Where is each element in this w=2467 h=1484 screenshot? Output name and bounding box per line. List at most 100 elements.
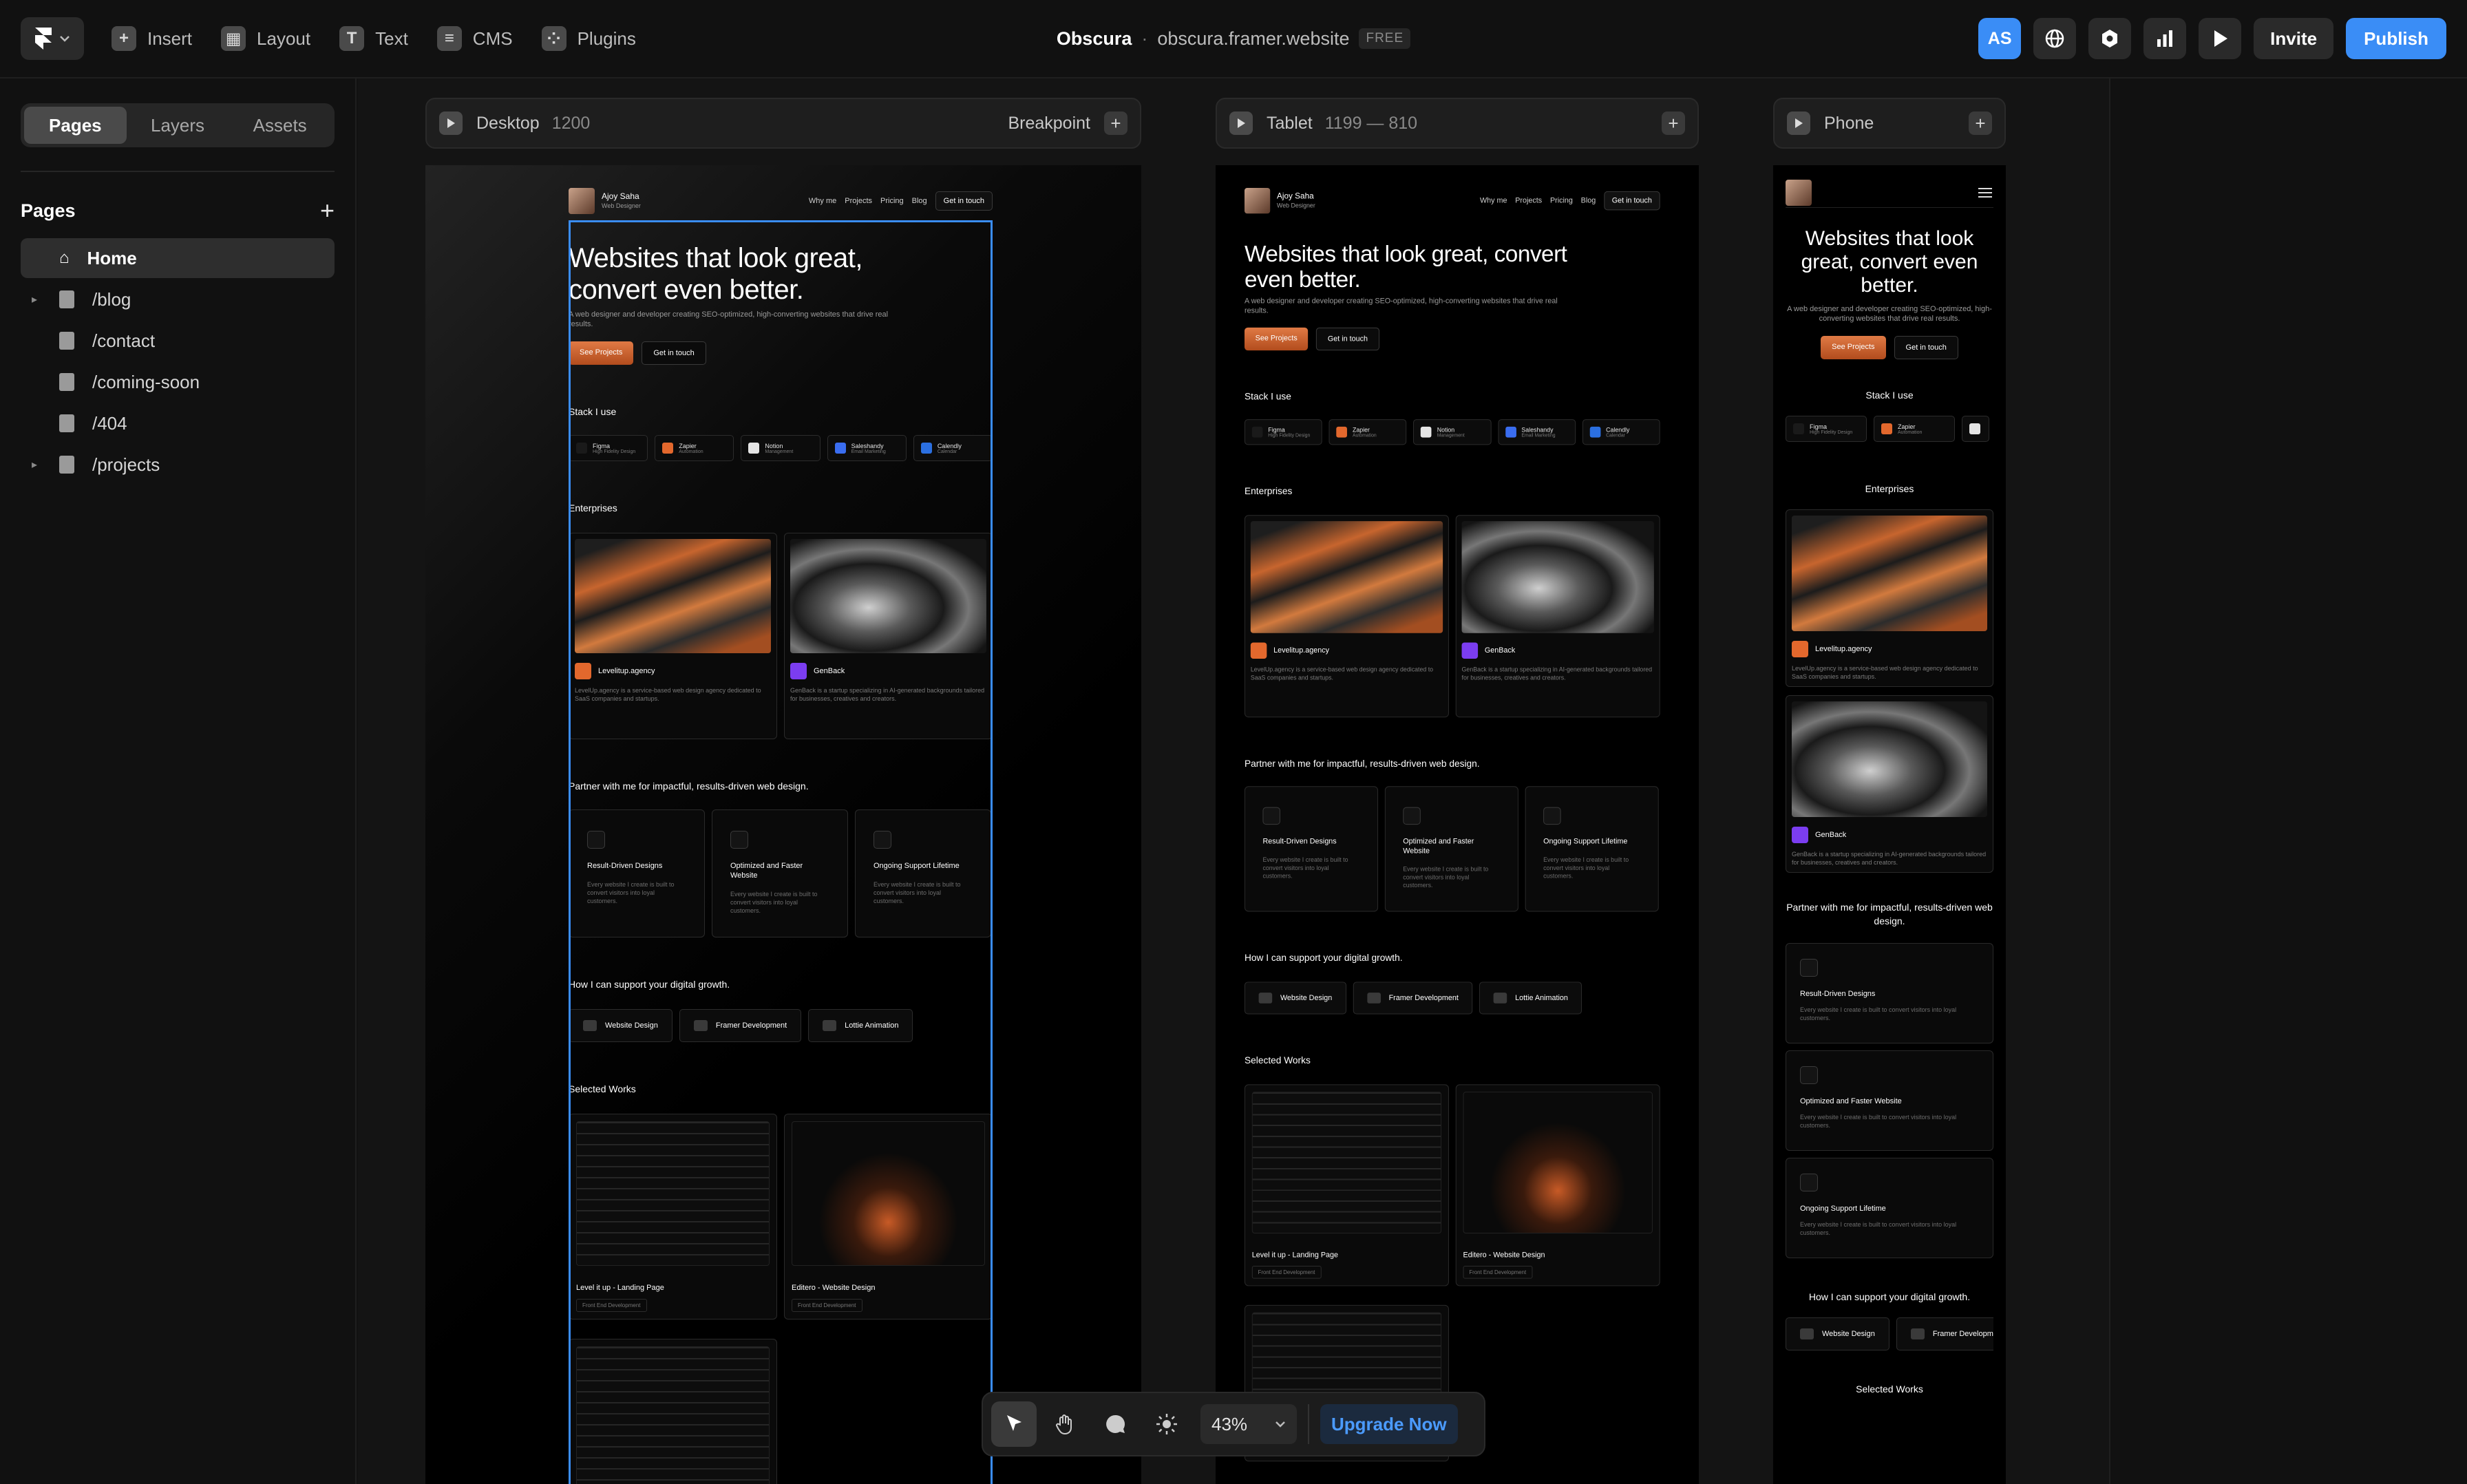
get-in-touch-button[interactable]: Get in touch [642,341,706,365]
breakpoint-action-label[interactable]: Breakpoint [1008,114,1090,134]
work-title: Level it up - Landing Page [1251,1251,1339,1260]
select-tool[interactable] [991,1401,1037,1447]
service-chip: Website Design [1245,982,1346,1015]
page-item[interactable]: ▸ /blog [21,279,335,319]
expand-caret-icon[interactable]: ▸ [32,458,50,471]
service-list: Website Design Framer Development Lottie A… [569,1009,993,1042]
nav-link[interactable]: Why me [809,197,836,205]
nav-link[interactable]: Projects [845,197,872,205]
enterprise-card[interactable]: Levelitup.agency LevelUp.agency is a serv… [1245,515,1449,718]
nav-link[interactable]: Blog [1581,197,1596,205]
toolbar-divider [1308,1404,1309,1444]
work-thumbnail [576,1121,770,1266]
page-item[interactable]: /404 [21,403,335,443]
comment-tool[interactable] [1093,1401,1139,1447]
preview-play-icon[interactable] [1229,112,1253,135]
service-chip: Framer Development [1353,982,1473,1015]
analytics-button[interactable] [2143,18,2187,59]
work-tag: Front End Development [1251,1266,1322,1279]
work-card[interactable]: Level it up - Landing Page Front End Deve… [569,1114,777,1319]
nav-link[interactable]: Why me [1480,197,1507,205]
page-item[interactable]: /contact [21,321,335,361]
phone-frame[interactable]: Websites that look great, convert even b… [1773,165,2006,1484]
get-in-touch-button[interactable]: Get in touch [1316,327,1379,351]
nav-link[interactable]: Projects [1515,197,1542,205]
theme-toggle[interactable] [1144,1401,1189,1447]
invite-button[interactable]: Invite [2254,18,2334,59]
enterprise-image [1250,521,1443,633]
nav-link[interactable]: Pricing [1550,197,1573,205]
hamburger-menu-icon[interactable] [1977,187,1993,199]
menu-text-button[interactable]: T Text [339,26,408,51]
work-card[interactable]: Level it up - Landing Page Front End Deve… [1245,1084,1449,1286]
desktop-frame[interactable]: Ajoy Saha Web Designer Why me Projects Prici… [425,165,1141,1484]
support-heading: How I can support your digital growth. [1808,1291,1971,1302]
stack-chip: Saleshandy Email Marketing [827,435,907,461]
upgrade-now-button[interactable]: Upgrade Now [1320,1404,1458,1444]
stack-chip: Zapier Automation [655,435,734,461]
enterprise-list: Levelitup.agency LevelUp.agency is a serv… [1245,515,1660,718]
service-chip: Website Design [1786,1317,1889,1350]
preview-play-icon[interactable] [1787,112,1810,135]
settings-button[interactable] [2088,18,2132,59]
menu-cms-button[interactable]: ≡ CMS [436,26,513,51]
file-icon [59,290,74,308]
breakpoint-size: 1199 — 810 [1324,113,1418,133]
expand-caret-icon[interactable]: ▸ [32,293,50,306]
nav-link[interactable]: Blog [912,197,927,205]
add-page-button[interactable]: + [320,198,335,223]
see-projects-button[interactable]: See Projects [1245,327,1309,351]
publish-button[interactable]: Publish [2346,18,2446,59]
tab-pages[interactable]: Pages [24,107,127,144]
get-in-touch-button[interactable]: Get in touch [1894,336,1958,359]
settings-hexagon-icon [2102,30,2118,47]
enterprise-card[interactable]: GenBack GenBack is a startup specializin… [1786,695,1993,873]
service-icon [1367,993,1381,1004]
phone-breakpoint-header[interactable]: Phone + [1773,98,2006,149]
work-title: Editero - Website Design [792,1284,876,1292]
enterprise-card[interactable]: Levelitup.agency LevelUp.agency is a ser… [1786,509,1993,687]
preview-play-icon[interactable] [439,112,463,135]
work-card[interactable]: Editero - Website Design Front End Develo… [1455,1084,1660,1286]
tab-layers[interactable]: Layers [127,107,229,144]
site-settings-button[interactable] [2033,18,2077,59]
nav-get-in-touch-button[interactable]: Get in touch [1604,191,1660,211]
tab-assets[interactable]: Assets [229,107,331,144]
menu-layout-button[interactable]: ▦ Layout [221,26,310,51]
work-tag: Front End Development [792,1299,862,1312]
nav-link[interactable]: Pricing [880,197,904,205]
add-breakpoint-button[interactable]: + [1662,112,1685,135]
enterprise-card[interactable]: GenBack GenBack is a startup specializing… [784,533,993,739]
nav-get-in-touch-button[interactable]: Get in touch [935,191,993,211]
add-breakpoint-button[interactable]: + [1104,112,1127,135]
enterprise-logo-icon [575,663,591,679]
desktop-breakpoint-header[interactable]: Desktop 1200 Breakpoint + [425,98,1141,149]
cursor-arrow-icon [1007,1415,1021,1431]
project-name[interactable]: Obscura [1057,28,1132,50]
site-headline: Websites that look great, convert even b… [569,243,863,305]
menu-plugins-button[interactable]: ⁘ Plugins [541,26,636,51]
avatar[interactable]: AS [1978,18,2022,59]
page-item[interactable]: ⌂ Home [21,238,335,278]
work-card[interactable] [569,1339,777,1484]
service-chip: Lottie Animation [808,1009,913,1042]
hand-tool[interactable] [1042,1401,1088,1447]
enterprise-title: Levelitup.agency [598,667,655,675]
page-item[interactable]: ▸ /projects [21,445,335,485]
add-breakpoint-button[interactable]: + [1969,112,1992,135]
see-projects-button[interactable]: See Projects [569,341,634,365]
canvas[interactable]: Desktop 1200 Breakpoint + Tablet 1199 — … [358,78,2109,1484]
zoom-select[interactable]: 43% [1200,1404,1297,1444]
tablet-frame[interactable]: Ajoy Saha Web Designer Why me Projects Prici… [1216,165,1699,1484]
tablet-breakpoint-header[interactable]: Tablet 1199 — 810 + [1216,98,1699,149]
menu-insert-button[interactable]: + Insert [112,26,192,51]
enterprise-card[interactable]: GenBack GenBack is a startup specializing… [1455,515,1660,718]
framer-menu-button[interactable] [21,17,84,60]
project-url[interactable]: obscura.framer.website [1157,28,1349,50]
see-projects-button[interactable]: See Projects [1821,336,1886,359]
top-bar: + Insert ▦ Layout T Text ≡ CMS ⁘ Plugins Obscura … [0,0,2467,78]
preview-button[interactable] [2199,18,2242,59]
work-card[interactable]: Editero - Website Design Front End Develo… [784,1114,993,1319]
page-item[interactable]: /coming-soon [21,362,335,402]
enterprise-card[interactable]: Levelitup.agency LevelUp.agency is a serv… [569,533,777,739]
